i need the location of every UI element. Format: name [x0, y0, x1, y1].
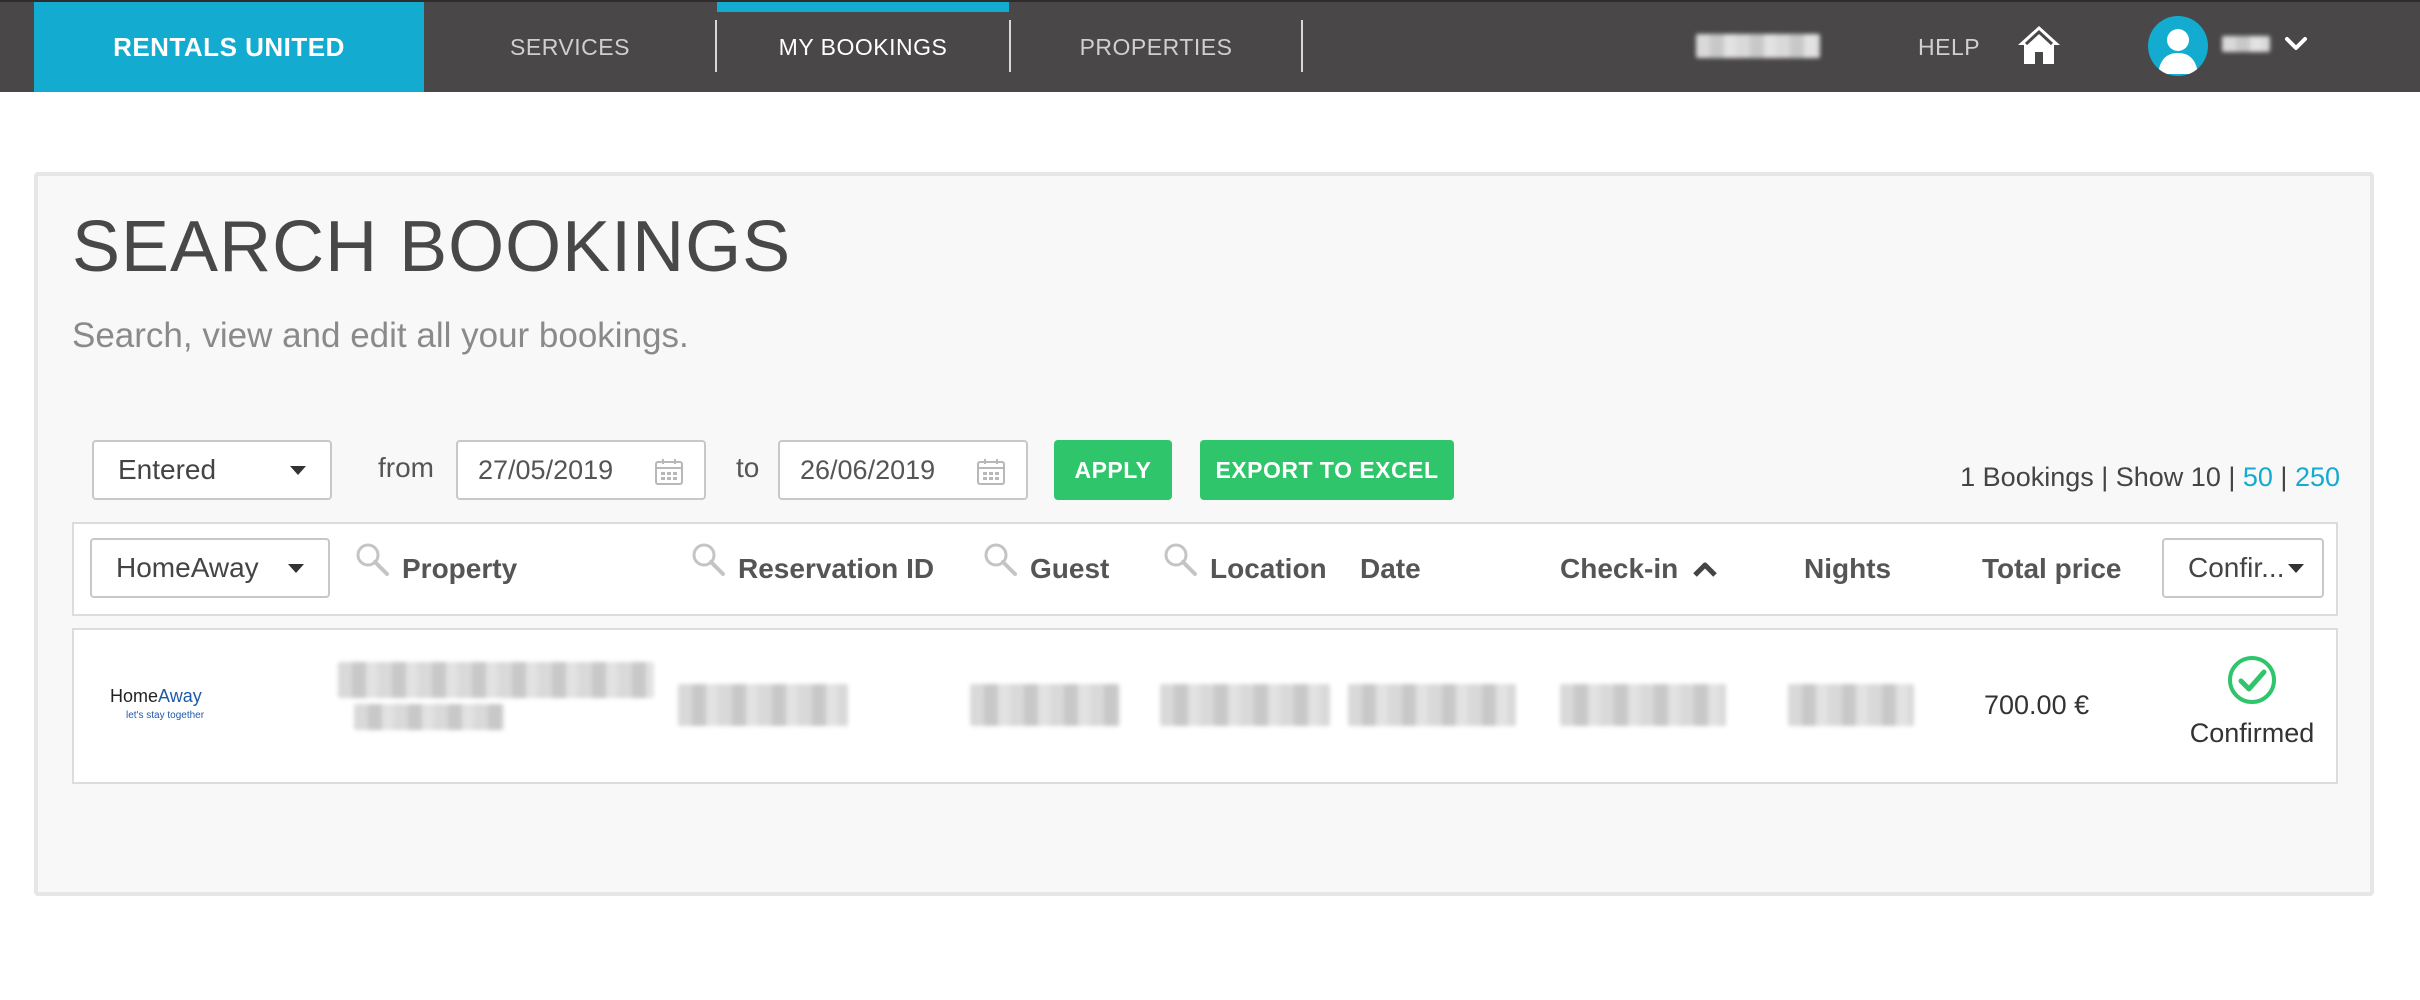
column-label: Property [402, 553, 518, 584]
logo-wordmark-prefix: Home [110, 686, 159, 706]
from-date-input[interactable]: 27/05/2019 [456, 440, 706, 500]
column-nights[interactable]: Nights [1804, 524, 1891, 614]
status-filter-value: Confir... [2188, 552, 2285, 583]
column-label: Guest [1030, 553, 1110, 584]
search-icon[interactable] [982, 541, 1018, 577]
homeaway-logo: HomeAway let's stay together [110, 686, 240, 726]
nights-redacted [1788, 684, 1914, 726]
status-badge: Confirmed [2189, 718, 2315, 748]
search-icon[interactable] [354, 541, 390, 577]
guest-redacted [970, 684, 1120, 726]
search-icon[interactable] [690, 541, 726, 577]
column-property[interactable]: Property [354, 524, 517, 614]
results-count: 1 Bookings | Show 10 | 50 | 250 [1960, 462, 2340, 493]
page-subtitle: Search, view and edit all your bookings. [72, 316, 689, 355]
logo-wordmark: HomeAway [110, 686, 202, 707]
column-label: Reservation ID [738, 553, 935, 584]
show-250-link[interactable]: 250 [2295, 462, 2340, 492]
table-row[interactable]: HomeAway let's stay together 700.00 € Co… [72, 628, 2338, 784]
to-date-value: 26/06/2019 [800, 454, 936, 485]
user-icon [2158, 29, 2198, 74]
search-icon[interactable] [1162, 541, 1198, 577]
column-location[interactable]: Location [1162, 524, 1327, 614]
help-link[interactable]: HELP [1918, 2, 1980, 92]
export-to-excel-button[interactable]: EXPORT TO EXCEL [1200, 440, 1454, 500]
logo-tagline: let's stay together [126, 710, 205, 721]
caret-down-icon [2288, 564, 2304, 573]
calendar-icon[interactable] [654, 458, 684, 486]
to-date-input[interactable]: 26/06/2019 [778, 440, 1028, 500]
date-redacted [1348, 684, 1516, 726]
column-date[interactable]: Date [1360, 524, 1421, 614]
column-total-price[interactable]: Total price [1982, 524, 2122, 614]
to-label: to [736, 452, 760, 483]
page-title: SEARCH BOOKINGS [72, 207, 792, 287]
channel-filter-select[interactable]: HomeAway [90, 538, 330, 598]
property-name-redacted [338, 662, 654, 698]
date-type-value: Entered [118, 454, 217, 485]
chevron-down-icon[interactable] [2282, 30, 2310, 58]
column-label: Total price [1982, 553, 2122, 584]
show-50-link[interactable]: 50 [2243, 462, 2273, 492]
from-label: from [378, 452, 434, 483]
caret-down-icon [290, 466, 306, 475]
home-icon[interactable] [2016, 24, 2062, 66]
calendar-icon[interactable] [976, 458, 1006, 486]
results-separator: | [2272, 462, 2295, 492]
account-name-redacted [1696, 34, 1820, 58]
reservation-id-redacted [678, 684, 848, 726]
from-date-value: 27/05/2019 [478, 454, 614, 485]
channel-filter-value: HomeAway [116, 552, 259, 583]
nav-divider [1301, 20, 1303, 72]
column-reservation-id[interactable]: Reservation ID [690, 524, 934, 614]
apply-button[interactable]: APPLY [1054, 440, 1172, 500]
sort-ascending-icon[interactable] [1692, 560, 1718, 578]
nav-properties[interactable]: PROPERTIES [1011, 2, 1301, 92]
avatar[interactable] [2148, 16, 2208, 76]
logo-wordmark-suffix: Away [158, 686, 202, 706]
column-label: Check-in [1560, 553, 1679, 584]
status-filter-select[interactable]: Confir... [2162, 538, 2324, 598]
column-label: Date [1360, 553, 1421, 584]
nav-services[interactable]: SERVICES [424, 2, 716, 92]
brand-logo[interactable]: RENTALS UNITED [34, 2, 424, 92]
results-count-text: 1 Bookings | Show 10 | [1960, 462, 2243, 492]
top-navigation: RENTALS UNITED SERVICES MY BOOKINGS PROP… [0, 0, 2420, 92]
nav-my-bookings[interactable]: MY BOOKINGS [717, 2, 1009, 92]
column-guest[interactable]: Guest [982, 524, 1109, 614]
column-label: Nights [1804, 553, 1892, 584]
column-label: Location [1210, 553, 1327, 584]
search-bookings-panel: SEARCH BOOKINGS Search, view and edit al… [34, 172, 2374, 896]
column-checkin[interactable]: Check-in [1560, 524, 1718, 614]
caret-down-icon [288, 564, 304, 573]
user-name-redacted [2222, 36, 2270, 52]
check-circle-icon [2228, 656, 2276, 704]
location-redacted [1160, 684, 1330, 726]
checkin-redacted [1560, 684, 1726, 726]
table-header: HomeAway Property Reservation ID Guest L… [72, 522, 2338, 616]
property-name-redacted [354, 704, 504, 730]
date-type-select[interactable]: Entered [92, 440, 332, 500]
total-price-value: 700.00 € [1984, 690, 2090, 720]
